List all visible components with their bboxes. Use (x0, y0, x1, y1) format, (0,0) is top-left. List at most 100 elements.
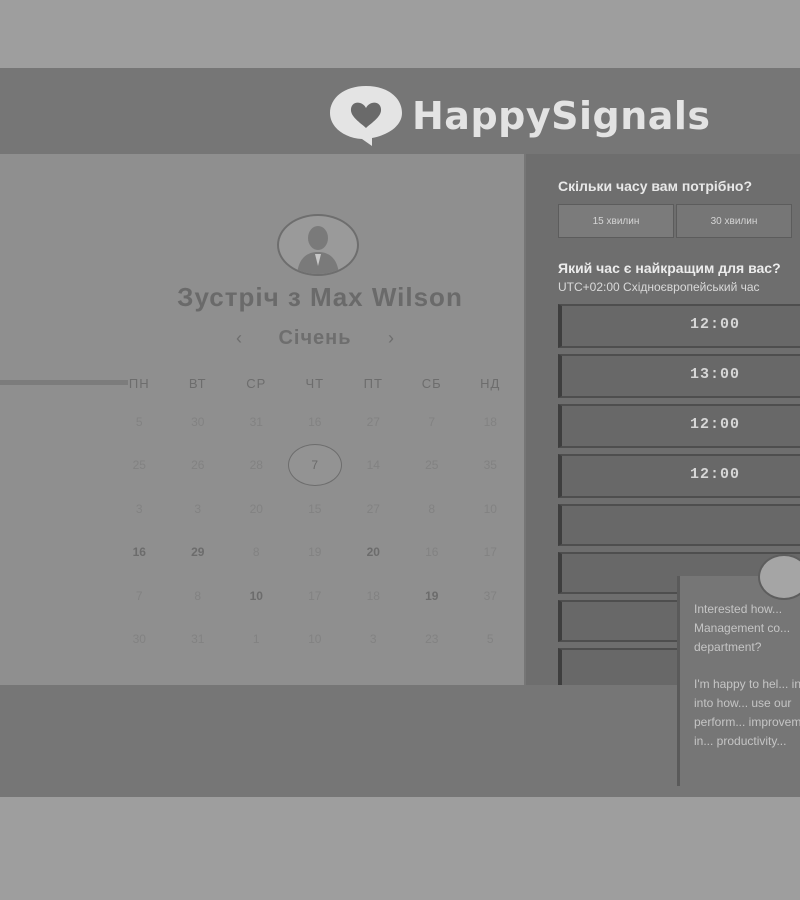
brand-logo[interactable]: HappySignals (326, 82, 746, 148)
calendar-day[interactable]: 3 (110, 487, 169, 531)
calendar-day[interactable]: 27 (344, 487, 403, 531)
calendar-day-label: 8 (252, 545, 260, 560)
calendar-day[interactable]: 31 (169, 618, 228, 662)
calendar-day[interactable]: 19 (403, 574, 462, 618)
weekday-tue: ВТ (188, 376, 207, 391)
weekday-header: ПН ВТ СР ЧТ ПТ СБ НД (110, 376, 520, 394)
time-slot[interactable] (558, 504, 800, 546)
chat-message: I'm happy to hel... insight into how... … (694, 677, 800, 748)
calendar-day[interactable]: 35 (461, 444, 520, 488)
calendar-day-label: 8 (428, 501, 436, 516)
calendar-day[interactable]: 10 (227, 574, 286, 618)
calendar-day[interactable]: 16 (286, 400, 345, 444)
month-navigation: ‹ Січень › (230, 326, 400, 350)
calendar-day-label: 31 (249, 414, 263, 429)
calendar-day[interactable]: 10 (286, 618, 345, 662)
calendar-day-label: 18 (483, 414, 497, 429)
calendar-day[interactable]: 18 (461, 400, 520, 444)
prev-month-button[interactable]: ‹ (230, 328, 248, 349)
calendar-day[interactable]: 20 (227, 487, 286, 531)
calendar-day-label: 10 (249, 588, 263, 603)
header: HappySignals (0, 68, 800, 154)
duration-question: Скільки часу вам потрібно? (558, 178, 753, 194)
host-title: Зустріч з Max Wilson (177, 282, 463, 312)
calendar-day[interactable]: 15 (286, 487, 345, 531)
calendar-day-label: 5 (486, 632, 494, 647)
weekday-thu: ЧТ (305, 376, 325, 391)
calendar-day[interactable]: 25 (403, 444, 462, 488)
calendar-day[interactable]: 30 (110, 618, 169, 662)
calendar-day[interactable]: 31 (227, 400, 286, 444)
calendar-day-label: 16 (132, 545, 146, 560)
calendar-day[interactable]: 20 (344, 531, 403, 575)
calendar-day[interactable]: 7 (403, 400, 462, 444)
calendar-day-label: 16 (425, 545, 439, 560)
time-slot[interactable]: 12:00 (558, 454, 800, 498)
calendar-day[interactable]: 17 (461, 531, 520, 575)
calendar-day[interactable]: 23 (403, 618, 462, 662)
calendar-day[interactable]: 1 (227, 618, 286, 662)
calendar-day-label: 18 (366, 588, 380, 603)
calendar-day[interactable]: 3 (169, 487, 228, 531)
calendar-day[interactable]: 30 (169, 400, 228, 444)
calendar-day-label: 37 (483, 588, 497, 603)
calendar-day[interactable]: 18 (344, 574, 403, 618)
calendar-day-label: 27 (366, 414, 380, 429)
time-slot[interactable]: 12:00 (558, 404, 800, 448)
calendar-day[interactable]: 8 (169, 574, 228, 618)
calendar-day[interactable]: 16 (403, 531, 462, 575)
calendar-day-label: 20 (249, 501, 263, 516)
calendar-day[interactable]: 28 (227, 444, 286, 488)
calendar-day[interactable]: 19 (286, 531, 345, 575)
time-slot-label: 13:00 (690, 366, 741, 383)
calendar-day-label: 1 (252, 632, 260, 647)
calendar-day-label: 27 (366, 501, 380, 516)
chat-avatar (758, 554, 800, 600)
calendar-day[interactable]: 8 (403, 487, 462, 531)
calendar-day-label: 7 (135, 588, 143, 603)
calendar-day-label: 16 (308, 414, 322, 429)
next-month-button[interactable]: › (382, 328, 400, 349)
duration-option-30[interactable]: 30 хвилин (676, 204, 792, 238)
calendar-day[interactable]: 29 (169, 531, 228, 575)
duration-option-15[interactable]: 15 хвилин (558, 204, 674, 238)
calendar-day-label: 5 (135, 414, 143, 429)
calendar-day-selected[interactable]: 7 (286, 444, 345, 488)
calendar-day-label: 8 (194, 588, 202, 603)
calendar-day[interactable]: 25 (110, 444, 169, 488)
calendar-day[interactable]: 14 (344, 444, 403, 488)
calendar-day[interactable]: 26 (169, 444, 228, 488)
chat-widget[interactable]: Interested how... Management co... depar… (677, 554, 800, 786)
duration-options: 15 хвилин 30 хвилин (558, 204, 800, 238)
calendar-day[interactable]: 17 (286, 574, 345, 618)
calendar-day-label: 17 (483, 545, 497, 560)
calendar-day[interactable]: 5 (110, 400, 169, 444)
calendar-day[interactable]: 8 (227, 531, 286, 575)
calendar-day-label: 25 (132, 458, 146, 473)
calendar-day[interactable]: 16 (110, 531, 169, 575)
calendar-day-label: 26 (191, 458, 205, 473)
calendar-day[interactable]: 10 (461, 487, 520, 531)
calendar-day[interactable]: 7 (110, 574, 169, 618)
calendar-day[interactable]: 3 (344, 618, 403, 662)
divider (0, 380, 128, 385)
calendar-day[interactable]: 37 (461, 574, 520, 618)
calendar-day[interactable]: 5 (461, 618, 520, 662)
calendar-day-label: 7 (287, 444, 342, 487)
month-label: Січень (278, 326, 352, 349)
calendar-day-label: 23 (425, 632, 439, 647)
calendar-day-label: 19 (425, 588, 439, 603)
chat-message: Interested how... Management co... depar… (694, 602, 791, 654)
calendar-day-label: 31 (191, 632, 205, 647)
calendar-day[interactable]: 27 (344, 400, 403, 444)
weekday-fri: ПТ (363, 376, 383, 391)
calendar-day-label: 35 (483, 458, 497, 473)
time-slot[interactable]: 13:00 (558, 354, 800, 398)
chat-messages: Interested how... Management co... depar… (694, 600, 800, 769)
calendar-day-label: 28 (249, 458, 263, 473)
time-slot[interactable]: 12:00 (558, 304, 800, 348)
calendar-day-label: 17 (308, 588, 322, 603)
brand-name: HappySignals (412, 94, 711, 138)
calendar-day-label: 29 (191, 545, 205, 560)
time-slot-label: 12:00 (690, 316, 741, 333)
